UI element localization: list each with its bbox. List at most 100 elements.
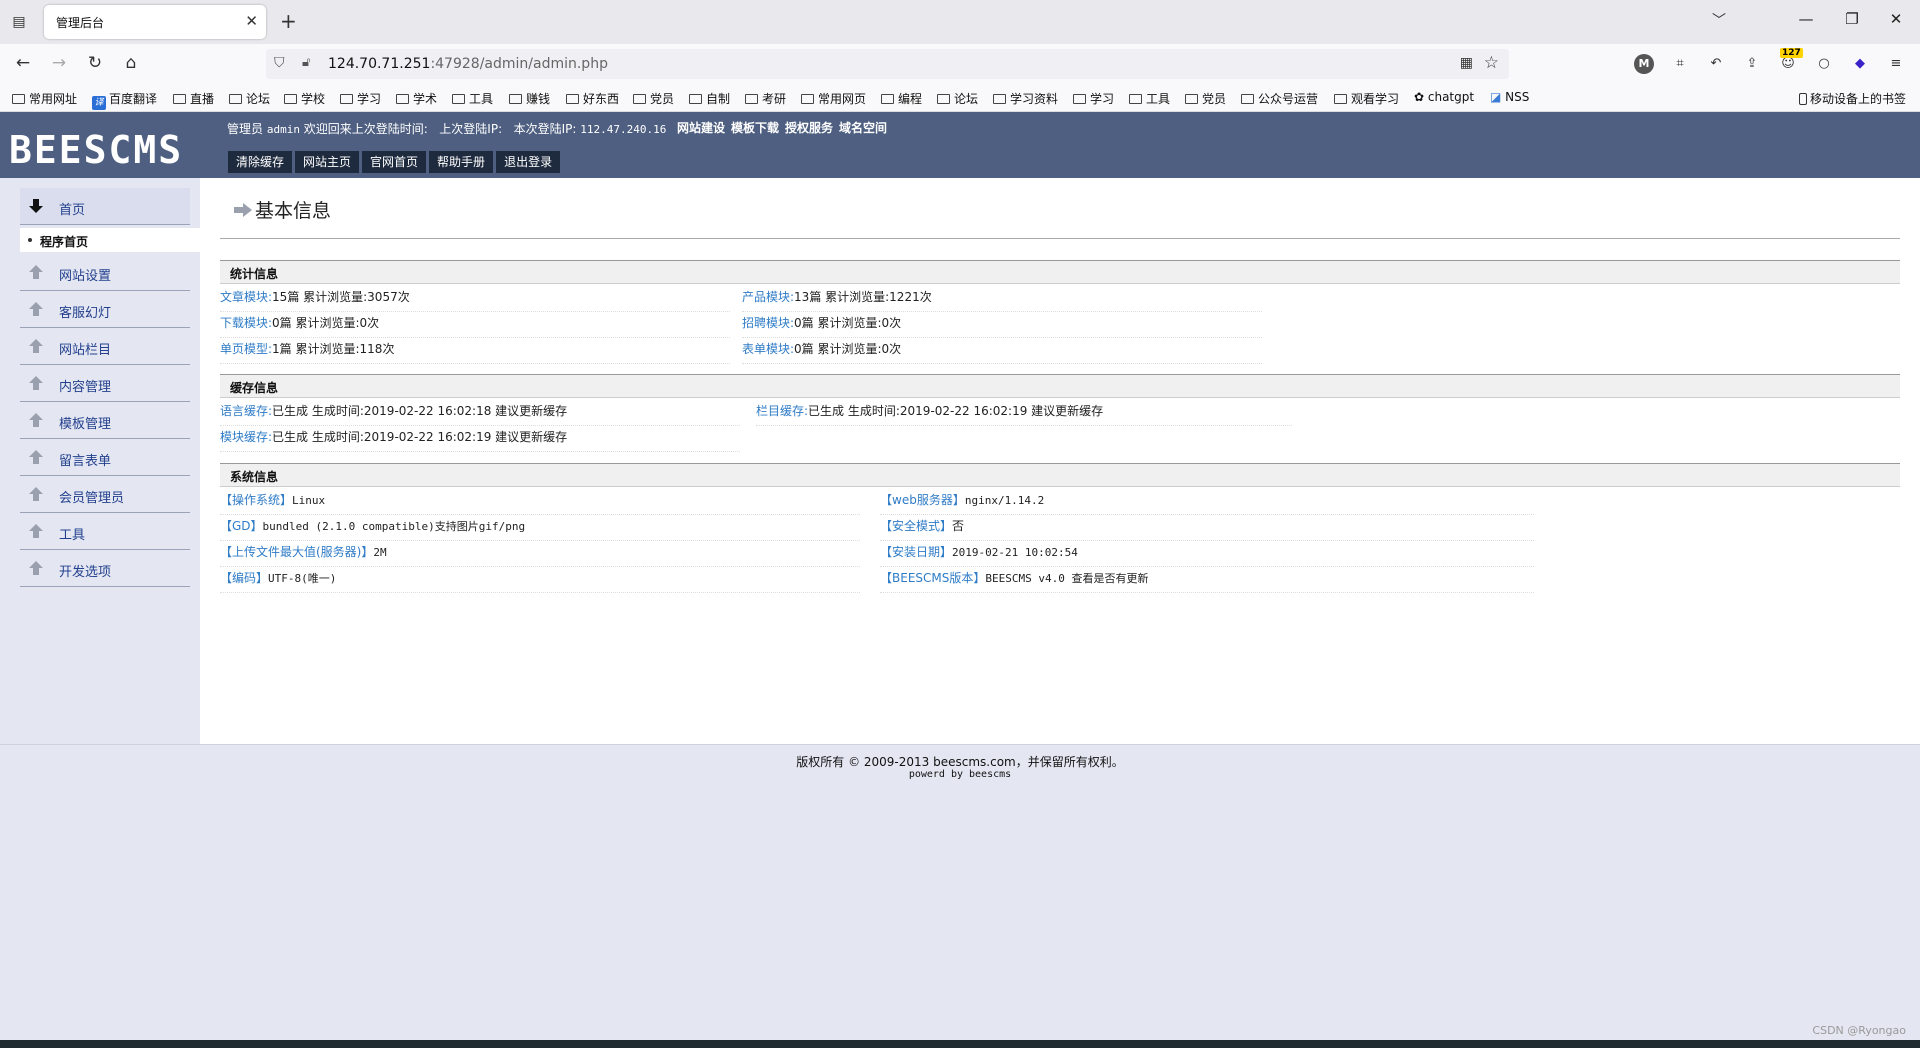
sidebar-item-site-settings[interactable]: 网站设置 <box>20 254 190 291</box>
sidebar-item-member-admins[interactable]: 会员管理员 <box>20 476 190 513</box>
diamond-icon[interactable]: ◆ <box>1850 54 1870 74</box>
sidebar-item-dev-options[interactable]: 开发选项 <box>20 550 190 587</box>
bookmark-folder[interactable]: 工具 <box>1129 90 1170 107</box>
bookmark-folder[interactable]: 常用网页 <box>801 90 866 107</box>
folder-icon <box>801 94 814 104</box>
bookmark-star-icon[interactable]: ☆ <box>1484 53 1499 73</box>
bookmark-folder[interactable]: 编程 <box>881 90 922 107</box>
browser-tab[interactable]: 管理后台 ✕ <box>44 5 266 39</box>
circle-icon[interactable]: ○ <box>1814 54 1834 74</box>
chevron-down-icon[interactable]: ﹀ <box>1712 10 1726 30</box>
cache-link[interactable]: 栏目缓存: <box>756 404 808 418</box>
bookmark-folder[interactable]: 论坛 <box>937 90 978 107</box>
menu-icon[interactable]: ≡ <box>1886 54 1906 74</box>
bookmark-folder[interactable]: 考研 <box>745 90 786 107</box>
bookmark-folder[interactable]: 直播 <box>173 90 214 107</box>
tab-list-icon[interactable]: ▤ <box>8 11 30 33</box>
new-tab-icon[interactable]: + <box>280 9 297 33</box>
url-text[interactable]: 124.70.71.251:47928/admin/admin.php <box>328 56 608 72</box>
bookmark-folder[interactable]: 自制 <box>689 90 730 107</box>
forward-icon[interactable]: → <box>48 53 70 73</box>
sidebar-item-content-management[interactable]: 内容管理 <box>20 365 190 402</box>
cache-link[interactable]: 语言缓存: <box>220 404 272 418</box>
system-link[interactable]: 【编码】 <box>220 571 268 585</box>
minimize-icon[interactable]: — <box>1794 10 1818 28</box>
link-license-service[interactable]: 授权服务 <box>785 121 833 135</box>
bookmark-folder[interactable]: 常用网址 <box>12 90 77 107</box>
system-row: 【编码】UTF-8(唯一) <box>220 569 860 593</box>
official-site-button[interactable]: 官网首页 <box>362 151 427 173</box>
undo-icon[interactable]: ↶ <box>1706 54 1726 74</box>
stat-value: 0篇 累计浏览量:0次 <box>794 316 902 330</box>
bookmark-folder[interactable]: 党员 <box>1185 90 1226 107</box>
share-icon[interactable]: ⇪ <box>1742 54 1762 74</box>
clear-cache-button[interactable]: 清除缓存 <box>228 151 293 173</box>
sidebar-item-message-forms[interactable]: 留言表单 <box>20 439 190 476</box>
bookmark-link[interactable]: 译百度翻译 <box>92 90 157 110</box>
url-bar[interactable]: ⛉ 🔓︎ 124.70.71.251:47928/admin/admin.php… <box>266 49 1509 79</box>
bookmark-folder[interactable]: 工具 <box>452 90 493 107</box>
folder-icon <box>229 94 242 104</box>
reload-icon[interactable]: ↻ <box>84 53 106 73</box>
home-icon[interactable]: ⌂ <box>120 53 142 73</box>
bookmark-folder[interactable]: 观看学习 <box>1334 90 1399 107</box>
bookmark-folder[interactable]: 学校 <box>284 90 325 107</box>
m-extension-icon[interactable]: M <box>1634 54 1654 74</box>
insecure-lock-icon[interactable]: 🔓︎ <box>302 55 310 70</box>
sidebar-item-service-slides[interactable]: 客服幻灯 <box>20 291 190 328</box>
stat-link[interactable]: 单页模型: <box>220 342 272 356</box>
system-link[interactable]: 【BEESCMS版本】 <box>880 571 985 585</box>
arrow-up-icon <box>29 561 43 575</box>
link-template-download[interactable]: 模板下载 <box>731 121 779 135</box>
bookmark-folder[interactable]: 党员 <box>633 90 674 107</box>
system-link[interactable]: 【安全模式】 <box>880 519 952 533</box>
bookmark-folder[interactable]: 赚钱 <box>509 90 550 107</box>
link-domain-hosting[interactable]: 域名空间 <box>839 121 887 135</box>
top-links: 网站建设 模板下载 授权服务 域名空间 <box>677 119 893 136</box>
bookmark-link[interactable]: ◪ NSS <box>1490 90 1529 104</box>
system-link[interactable]: 【GD】 <box>220 519 263 533</box>
stat-link[interactable]: 产品模块: <box>742 290 794 304</box>
bookmark-folder[interactable]: 学习 <box>1073 90 1114 107</box>
stat-link[interactable]: 下载模块: <box>220 316 272 330</box>
stat-link[interactable]: 文章模块: <box>220 290 272 304</box>
bookmark-folder[interactable]: 公众号运营 <box>1241 90 1318 107</box>
logout-button[interactable]: 退出登录 <box>496 151 561 173</box>
bookmark-folder[interactable]: 学习资料 <box>993 90 1058 107</box>
link-site-building[interactable]: 网站建设 <box>677 121 725 135</box>
system-link[interactable]: 【安装日期】 <box>880 545 952 559</box>
system-link[interactable]: 【上传文件最大值(服务器)】 <box>220 545 373 559</box>
sidebar-item-home[interactable]: 首页 <box>20 188 190 225</box>
sidebar-item-template-management[interactable]: 模板管理 <box>20 402 190 439</box>
bookmark-folder[interactable]: 学术 <box>396 90 437 107</box>
qr-code-icon[interactable]: ▦ <box>1460 55 1473 71</box>
mobile-bookmarks[interactable]: 移动设备上的书签 <box>1798 90 1906 107</box>
system-link[interactable]: 【操作系统】 <box>220 493 292 507</box>
system-link[interactable]: 【web服务器】 <box>880 493 965 507</box>
restore-icon[interactable]: ❐ <box>1840 10 1864 28</box>
sidebar-item-site-columns[interactable]: 网站栏目 <box>20 328 190 365</box>
shield-icon[interactable]: ⛉ <box>274 55 285 71</box>
page-title-text: 基本信息 <box>255 200 332 222</box>
stat-link[interactable]: 表单模块: <box>742 342 794 356</box>
sidebar-item-tools[interactable]: 工具 <box>20 513 190 550</box>
sidebar: 首页 程序首页 网站设置 客服幻灯 网站栏目 内容管理 模板管理 留言表单 会员… <box>0 178 200 744</box>
help-manual-button[interactable]: 帮助手册 <box>429 151 494 173</box>
bookmark-folder[interactable]: 好东西 <box>566 90 619 107</box>
cache-link[interactable]: 模块缓存: <box>220 430 272 444</box>
bookmark-folder[interactable]: 论坛 <box>229 90 270 107</box>
copyright: 版权所有 © 2009-2013 beescms.com，并保留所有权利。 <box>796 755 1124 769</box>
bookmark-link[interactable]: ✿ chatgpt <box>1414 90 1474 104</box>
bookmark-folder[interactable]: 学习 <box>340 90 381 107</box>
arrow-up-icon <box>29 450 43 464</box>
window-close-icon[interactable]: ✕ <box>1884 10 1908 28</box>
crop-icon[interactable]: ⌗ <box>1670 54 1690 74</box>
stat-link[interactable]: 招聘模块: <box>742 316 794 330</box>
sidebar-subitem-program-home[interactable]: 程序首页 <box>20 228 200 252</box>
close-tab-icon[interactable]: ✕ <box>245 12 258 30</box>
back-icon[interactable]: ← <box>12 53 34 73</box>
site-home-button[interactable]: 网站主页 <box>295 151 360 173</box>
cache-value: 已生成 生成时间:2019-02-22 16:02:18 建议更新缓存 <box>272 404 568 418</box>
footer: 版权所有 © 2009-2013 beescms.com，并保留所有权利。 po… <box>0 744 1920 1040</box>
arrow-up-icon <box>29 265 43 279</box>
